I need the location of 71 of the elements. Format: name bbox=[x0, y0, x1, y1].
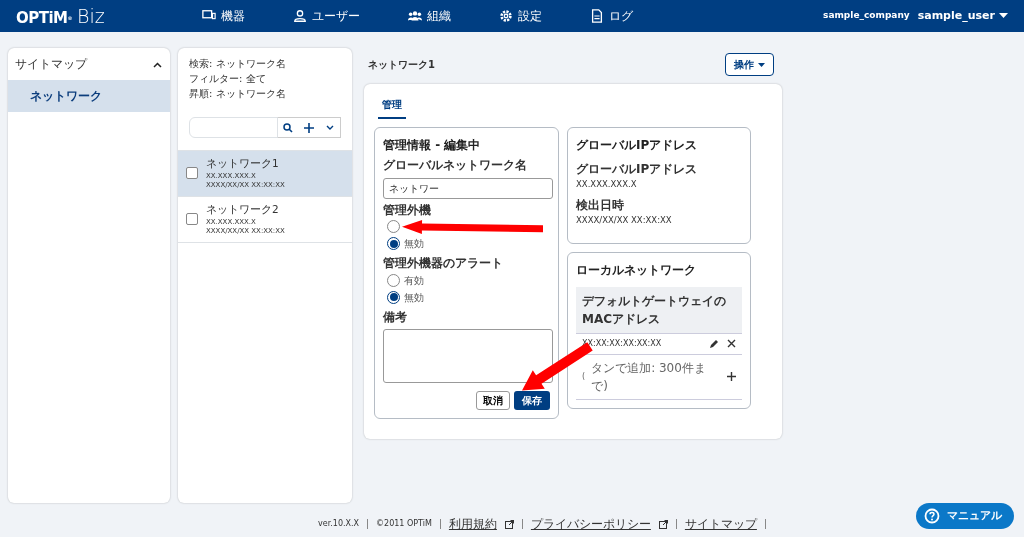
radio-button[interactable] bbox=[387, 273, 400, 287]
search-field[interactable] bbox=[189, 117, 278, 138]
sidebar-title: サイトマップ bbox=[15, 56, 87, 73]
user-icon bbox=[293, 9, 307, 23]
radio-label: 有効 bbox=[404, 273, 424, 288]
logo: OPTiM$^{®}$ bbox=[16, 7, 73, 29]
caret-icon bbox=[758, 62, 765, 67]
field-value: XXXX/XX/XX XX:XX:XX bbox=[576, 213, 673, 227]
field-label: 検出日時 bbox=[576, 198, 625, 214]
network-name-field[interactable]: ネットワー bbox=[383, 177, 553, 199]
nav-link[interactable]: ログ bbox=[590, 7, 633, 25]
add-icon[interactable] bbox=[727, 372, 736, 382]
plus-icon bbox=[303, 122, 314, 133]
checkbox[interactable] bbox=[186, 212, 198, 225]
collapse-icon[interactable] bbox=[153, 61, 162, 68]
nav-link[interactable]: 機器 bbox=[202, 7, 245, 25]
card-title: 管理情報 - 編集中 bbox=[383, 137, 482, 154]
document-icon bbox=[590, 9, 604, 23]
tab[interactable]: 管理 bbox=[378, 94, 406, 119]
action-dropdown[interactable]: 操作 bbox=[725, 53, 774, 76]
network-name: ネットワーク2 bbox=[206, 201, 280, 217]
hint-text: タンで追加: 300件まで) bbox=[591, 359, 707, 395]
field-label: 管理外機 bbox=[383, 202, 431, 219]
hint-text: ( bbox=[582, 370, 586, 383]
company-name: sample_company bbox=[823, 9, 910, 23]
footer-text: ©2011 OPTiM bbox=[376, 518, 432, 530]
product-name: Biz bbox=[77, 3, 105, 29]
footer-link[interactable]: プライバシーポリシー bbox=[530, 515, 651, 533]
footer-link[interactable]: 利用規約 bbox=[448, 515, 497, 533]
nav-link[interactable]: ユーザー bbox=[293, 7, 360, 25]
field-label: グローバルIPアドレス bbox=[576, 162, 699, 178]
checkbox[interactable] bbox=[186, 166, 198, 179]
chevron-icon bbox=[325, 124, 334, 131]
close-icon[interactable] bbox=[727, 339, 736, 349]
external-link-icon[interactable] bbox=[504, 519, 514, 529]
card-title: ローカルネットワーク bbox=[576, 261, 697, 279]
field-label: グローバルネットワーク名 bbox=[383, 158, 528, 174]
nav-link[interactable]: 設定 bbox=[499, 7, 542, 25]
mac-address: XX:XX:XX:XX:XX:XX bbox=[582, 337, 662, 350]
network-name: ネットワーク1 bbox=[206, 156, 280, 171]
page-title: ネットワーク1 bbox=[368, 58, 435, 72]
filter-info: 検索: ネットワーク名 bbox=[189, 57, 287, 71]
footer-link[interactable]: サイトマップ bbox=[684, 515, 757, 533]
group-icon bbox=[408, 9, 422, 23]
search-icon bbox=[282, 122, 293, 133]
radio-label: 無効 bbox=[404, 290, 424, 305]
radio-button[interactable] bbox=[387, 237, 400, 251]
dropdown-button[interactable] bbox=[319, 117, 341, 138]
search-button[interactable] bbox=[277, 117, 299, 138]
table-header: デフォルトゲートウェイの MACアドレス bbox=[576, 286, 742, 334]
radio-label: 無効 bbox=[404, 237, 424, 252]
manual-button[interactable]: マニュアル bbox=[916, 503, 1014, 529]
filter-info: フィルター: 全て bbox=[189, 72, 267, 86]
radio-button[interactable] bbox=[387, 220, 400, 234]
field-label: 備考 bbox=[383, 309, 408, 326]
field-label: 管理外機器のアラート bbox=[383, 256, 503, 272]
user-menu[interactable]: sample_user bbox=[917, 7, 1008, 25]
settings-icon bbox=[499, 9, 513, 23]
pencil-icon[interactable] bbox=[709, 338, 719, 349]
filter-info: 昇順: ネットワーク名 bbox=[189, 87, 287, 101]
card-title: グローバルIPアドレス bbox=[576, 137, 699, 154]
help-icon bbox=[924, 508, 940, 524]
cancel-button[interactable]: 取消 bbox=[476, 391, 510, 411]
sidebar-item[interactable]: ネットワーク bbox=[8, 80, 170, 112]
radio-button[interactable] bbox=[387, 290, 400, 304]
footer-text: ver.10.X.X bbox=[318, 518, 360, 530]
field-value: XX.XXX.XXX.X bbox=[576, 177, 638, 191]
nav-link[interactable]: 組織 bbox=[408, 7, 451, 25]
caret-icon bbox=[999, 13, 1008, 19]
external-link-icon[interactable] bbox=[658, 519, 668, 529]
save-button[interactable]: 保存 bbox=[514, 391, 550, 411]
